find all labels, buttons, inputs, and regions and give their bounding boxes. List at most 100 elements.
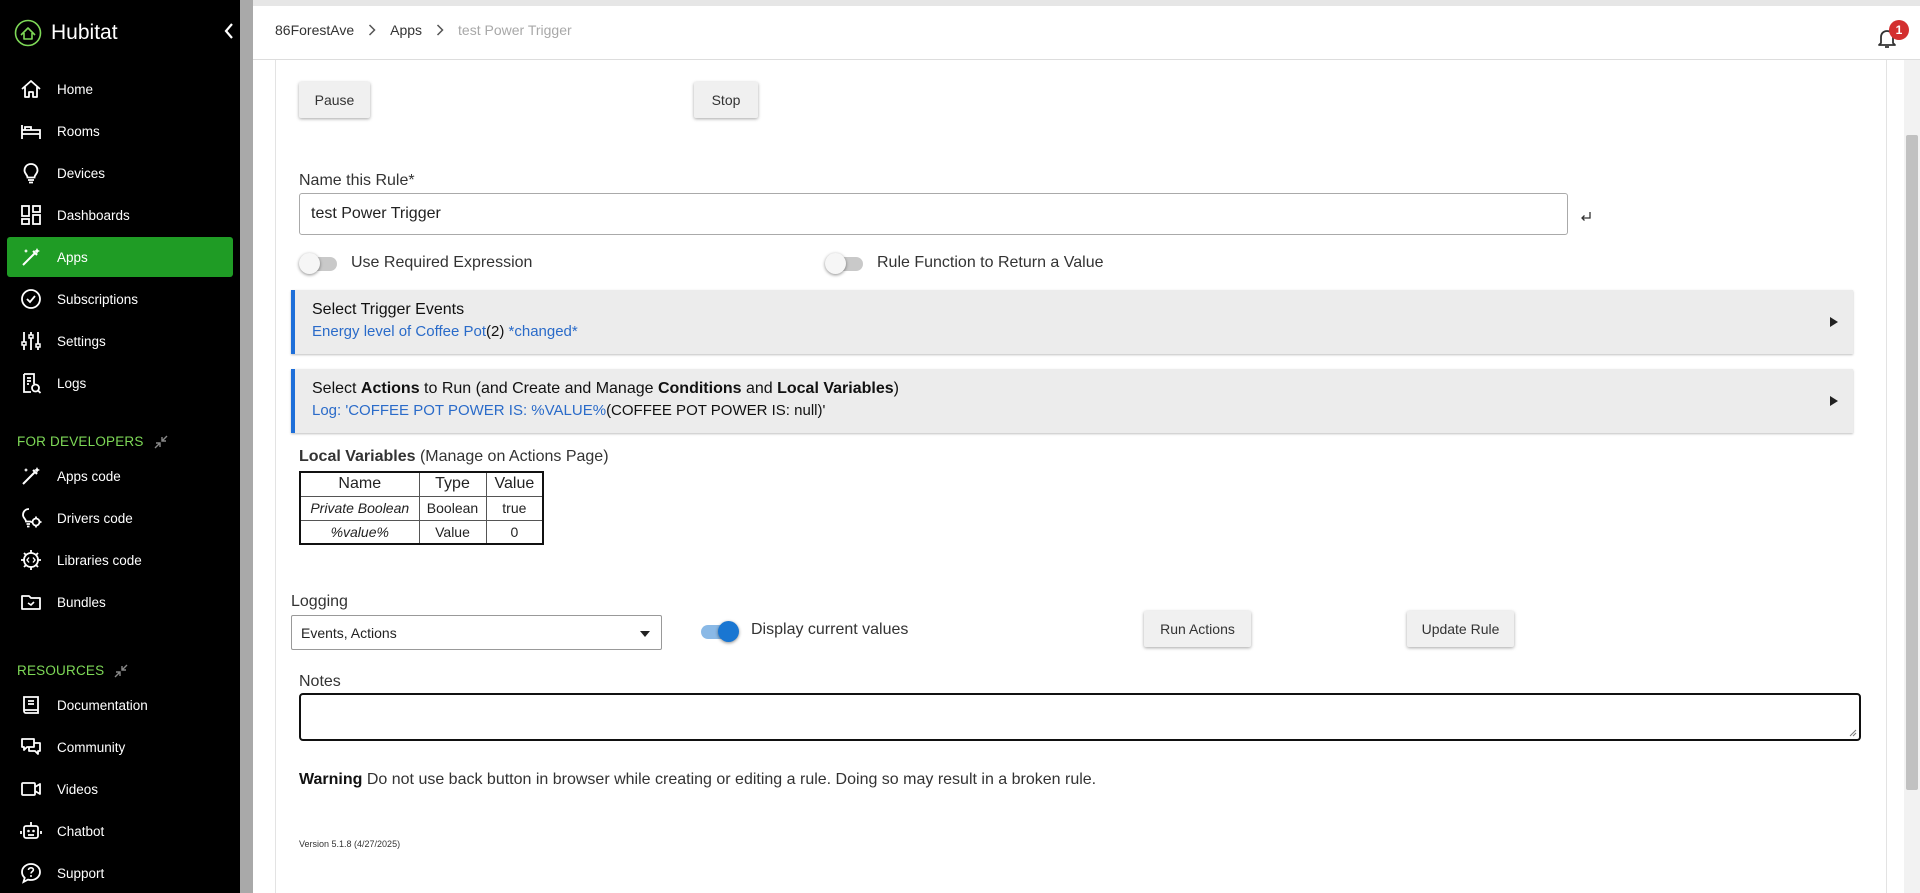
sidebar-item-label: Logs bbox=[57, 375, 87, 391]
pause-button[interactable]: Pause bbox=[299, 82, 370, 118]
sidebar: Hubitat Home Rooms Devices Dashboards Ap… bbox=[0, 0, 240, 893]
update-rule-button[interactable]: Update Rule bbox=[1407, 611, 1514, 647]
sidebar-item-label: Documentation bbox=[57, 697, 148, 713]
sidebar-item-dashboards[interactable]: Dashboards bbox=[7, 195, 233, 235]
trigger-condition-text: *changed* bbox=[504, 323, 578, 340]
resources-section-heading[interactable]: RESOURCES bbox=[17, 663, 128, 678]
enter-return-icon[interactable] bbox=[1580, 211, 1592, 223]
sidebar-item-videos[interactable]: Videos bbox=[7, 769, 233, 809]
warning-text: Do not use back button in browser while … bbox=[362, 771, 1097, 788]
panel-title-local-variables: Local Variables bbox=[777, 380, 894, 397]
panel-title-conditions: Conditions bbox=[657, 380, 742, 397]
trigger-device-text: Energy level of Coffee Pot bbox=[312, 323, 486, 340]
display-current-values-toggle[interactable] bbox=[701, 621, 739, 642]
toggle-knob bbox=[299, 253, 320, 274]
developers-section-heading[interactable]: FOR DEVELOPERS bbox=[17, 434, 168, 449]
panel-title-part: Select bbox=[312, 380, 361, 397]
variable-value: 0 bbox=[485, 519, 544, 545]
breadcrumb-hub[interactable]: 86ForestAve bbox=[275, 22, 354, 38]
main-nav: Home Rooms Devices Dashboards Apps Subsc… bbox=[0, 69, 240, 405]
run-actions-button[interactable]: Run Actions bbox=[1144, 611, 1251, 647]
sidebar-scroll-gutter bbox=[240, 0, 253, 893]
variable-type: Boolean bbox=[418, 495, 487, 521]
sidebar-item-label: Videos bbox=[57, 781, 99, 797]
sidebar-item-label: Subscriptions bbox=[57, 291, 139, 307]
action-log-text: Log: 'COFFEE POT POWER IS: %VALUE% bbox=[312, 402, 607, 419]
sidebar-item-label: Support bbox=[57, 865, 105, 881]
table-row: Private Boolean Boolean true bbox=[299, 495, 544, 521]
action-log-value: (COFFEE POT POWER IS: null)' bbox=[606, 402, 826, 419]
sidebar-item-logs[interactable]: Logs bbox=[7, 363, 233, 403]
resources-nav: Documentation Community Videos Chatbot S… bbox=[0, 685, 240, 893]
sidebar-item-label: Home bbox=[57, 81, 94, 97]
sidebar-item-label: Dashboards bbox=[57, 207, 130, 223]
sidebar-item-home[interactable]: Home bbox=[7, 69, 233, 109]
notes-textarea[interactable] bbox=[299, 693, 1861, 741]
sidebar-item-bundles[interactable]: Bundles bbox=[7, 582, 233, 622]
magic-wand-icon bbox=[19, 464, 43, 488]
logging-select[interactable]: Events, Actions bbox=[291, 615, 662, 650]
notifications-button[interactable]: 1 bbox=[1869, 18, 1909, 54]
sidebar-item-subscriptions[interactable]: Subscriptions bbox=[7, 279, 233, 319]
book-icon bbox=[19, 693, 43, 717]
brand-name: Hubitat bbox=[51, 21, 118, 44]
sidebar-item-chatbot[interactable]: Chatbot bbox=[7, 811, 233, 851]
home-icon bbox=[19, 77, 43, 101]
sidebar-item-devices[interactable]: Devices bbox=[7, 153, 233, 193]
chevron-right-icon bbox=[436, 24, 444, 36]
chat-icon bbox=[19, 735, 43, 759]
local-variables-hint: (Manage on Actions Page) bbox=[415, 448, 609, 465]
notes-label: Notes bbox=[299, 673, 341, 690]
rule-name-input[interactable]: test Power Trigger bbox=[299, 193, 1568, 235]
sidebar-item-rooms[interactable]: Rooms bbox=[7, 111, 233, 151]
page-scrollbar-thumb[interactable] bbox=[1906, 135, 1918, 790]
table-row: %value% Value 0 bbox=[299, 519, 544, 545]
select-actions-panel[interactable]: Select Actions to Run (and Create and Ma… bbox=[291, 369, 1853, 433]
rule-function-toggle[interactable] bbox=[825, 253, 863, 274]
sidebar-item-documentation[interactable]: Documentation bbox=[7, 685, 233, 725]
local-variables-title: Local Variables bbox=[299, 448, 416, 465]
expand-arrow-icon bbox=[1830, 396, 1838, 406]
variable-name: %value% bbox=[299, 519, 420, 545]
warning-message: Warning Do not use back button in browse… bbox=[299, 771, 1096, 789]
sidebar-item-community[interactable]: Community bbox=[7, 727, 233, 767]
sliders-icon bbox=[19, 329, 43, 353]
required-expression-label: Use Required Expression bbox=[351, 254, 533, 271]
collapse-section-icon bbox=[114, 664, 128, 677]
sidebar-item-support[interactable]: Support bbox=[7, 853, 233, 893]
sidebar-item-apps-code[interactable]: Apps code bbox=[7, 456, 233, 496]
select-trigger-events-panel[interactable]: Select Trigger Events Energy level of Co… bbox=[291, 290, 1853, 354]
logging-label: Logging bbox=[291, 593, 348, 610]
sidebar-item-label: Chatbot bbox=[57, 823, 105, 839]
sidebar-item-settings[interactable]: Settings bbox=[7, 321, 233, 361]
panel-title-actions: Actions bbox=[360, 380, 420, 397]
sidebar-item-label: Community bbox=[57, 739, 126, 755]
sidebar-item-libraries-code[interactable]: Libraries code bbox=[7, 540, 233, 580]
sidebar-item-label: Rooms bbox=[57, 123, 100, 139]
section-heading-label: FOR DEVELOPERS bbox=[17, 434, 144, 449]
column-header-name: Name bbox=[299, 471, 420, 497]
breadcrumb-apps[interactable]: Apps bbox=[390, 22, 422, 38]
brand[interactable]: Hubitat bbox=[14, 18, 118, 48]
required-expression-toggle[interactable] bbox=[299, 253, 337, 274]
sidebar-item-apps[interactable]: Apps bbox=[7, 237, 233, 277]
actions-summary: Log: 'COFFEE POT POWER IS: %VALUE%(COFFE… bbox=[312, 402, 825, 419]
warning-label: Warning bbox=[299, 771, 363, 788]
collapse-sidebar-button[interactable] bbox=[222, 21, 236, 41]
hubitat-logo-icon bbox=[14, 19, 42, 47]
robot-icon bbox=[19, 819, 43, 843]
section-heading-label: RESOURCES bbox=[17, 663, 105, 678]
toggle-knob bbox=[718, 621, 739, 642]
magic-wand-icon bbox=[19, 245, 43, 269]
collapse-section-icon bbox=[154, 435, 168, 448]
local-variables-caption: Local Variables (Manage on Actions Page) bbox=[299, 448, 609, 466]
stop-button[interactable]: Stop bbox=[694, 82, 758, 118]
sidebar-item-drivers-code[interactable]: Drivers code bbox=[7, 498, 233, 538]
resize-handle-icon[interactable] bbox=[1849, 729, 1857, 737]
version-text: Version 5.1.8 (4/27/2025) bbox=[299, 839, 401, 849]
column-header-type: Type bbox=[418, 471, 487, 497]
panel-title: Select Trigger Events bbox=[312, 301, 465, 318]
sidebar-item-label: Drivers code bbox=[57, 510, 133, 526]
dropdown-caret-icon bbox=[640, 631, 650, 637]
sidebar-item-label: Libraries code bbox=[57, 552, 142, 568]
